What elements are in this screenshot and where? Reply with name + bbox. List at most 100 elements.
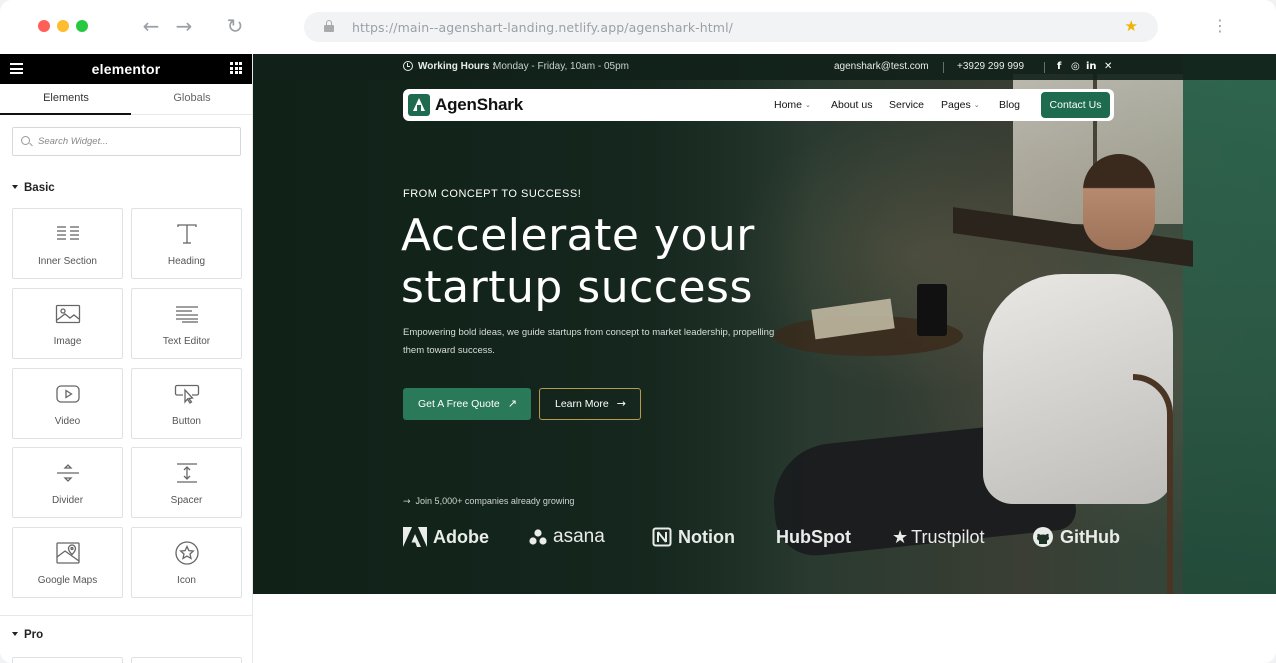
brand-logo[interactable]: AgenShark	[408, 94, 523, 116]
kebab-menu-icon[interactable]: ⋮	[1212, 16, 1228, 36]
nav-item-home[interactable]: Home ⌄	[774, 99, 811, 111]
trustpilot-logo-icon: ★	[892, 526, 909, 548]
category-pro[interactable]: Pro	[12, 629, 43, 641]
trust-line-text: Join 5,000+ companies already growing	[415, 496, 575, 506]
x-twitter-icon[interactable]: ✕	[1104, 61, 1112, 72]
topbar-phone[interactable]: +3929 299 999	[957, 61, 1024, 72]
url-text[interactable]: https://main--agenshart-landing.netlify.…	[352, 20, 733, 35]
working-hours-value: Monday - Friday, 10am - 05pm	[493, 61, 629, 72]
panel-header: elementor	[0, 54, 252, 84]
bookmark-star-icon[interactable]: ★	[1125, 17, 1138, 35]
apps-grid-icon[interactable]	[230, 62, 242, 74]
elementor-logo: elementor	[91, 61, 161, 77]
topbar-separator	[1044, 62, 1045, 73]
hero-eyebrow: FROM CONCEPT TO SUCCESS!	[403, 188, 582, 200]
widget-inner-section[interactable]: Inner Section	[12, 208, 123, 279]
search-icon	[21, 136, 30, 145]
hero-description: Empowering bold ideas, we guide startups…	[403, 327, 775, 356]
widget-label: Button	[172, 416, 201, 427]
icon-star-icon	[132, 541, 241, 565]
browser-window: ← → ↻ https://main--agenshart-landing.ne…	[0, 0, 1276, 663]
github-logo: GitHub	[1032, 524, 1120, 550]
nav-item-blog[interactable]: Blog	[999, 99, 1020, 111]
instagram-icon[interactable]: ◎	[1071, 61, 1080, 72]
widget-spacer[interactable]: Spacer	[131, 447, 242, 518]
notion-logo-icon	[652, 527, 672, 547]
google-maps-icon	[13, 541, 122, 565]
hero-title-line: startup success	[401, 262, 753, 313]
widget-heading[interactable]: Heading	[131, 208, 242, 279]
text-editor-icon	[132, 302, 241, 326]
widget-button[interactable]: Button	[131, 368, 242, 439]
lock-icon	[324, 20, 334, 32]
category-divider	[0, 615, 252, 616]
widget-icon[interactable]: Icon	[131, 527, 242, 598]
topbar-separator	[943, 62, 944, 73]
trust-line: → Join 5,000+ companies already growing	[403, 496, 574, 507]
tab-globals[interactable]: Globals	[129, 92, 252, 104]
site-topbar: Working Hours : Monday - Friday, 10am - …	[253, 54, 1276, 80]
widget-label: Icon	[177, 575, 196, 586]
trustpilot-logo: ★ Trustpilot	[892, 526, 985, 548]
search-placeholder: Search Widget...	[38, 136, 109, 147]
widget-label: Spacer	[170, 495, 203, 506]
close-window-button[interactable]	[38, 20, 50, 32]
widget-label: Text Editor	[162, 336, 211, 347]
button-label: Learn More	[555, 398, 609, 410]
adobe-logo: Adobe	[403, 524, 489, 550]
clock-icon	[403, 61, 413, 71]
minimize-window-button[interactable]	[57, 20, 69, 32]
get-a-free-quote-button[interactable]: Get A Free Quote ↗	[403, 388, 531, 420]
github-logo-icon	[1033, 527, 1053, 547]
nav-item-about[interactable]: About us	[831, 99, 872, 111]
learn-more-button[interactable]: Learn More →	[539, 388, 641, 420]
widget-label: Image	[53, 336, 82, 347]
elementor-panel: elementor Elements Globals Search Widget…	[0, 54, 253, 663]
notion-logo: Notion	[652, 524, 735, 550]
hero-section: Working Hours : Monday - Friday, 10am - …	[253, 54, 1276, 594]
spacer-icon	[132, 461, 241, 485]
contact-us-button[interactable]: Contact Us	[1041, 92, 1110, 118]
address-bar[interactable]: https://main--agenshart-landing.netlify.…	[304, 12, 1158, 42]
widget-label: Divider	[51, 495, 84, 506]
widget-search-input[interactable]: Search Widget...	[12, 127, 241, 156]
brand-name: AgenShark	[435, 95, 523, 114]
image-icon	[13, 302, 122, 326]
category-label: Basic	[24, 182, 55, 194]
linkedin-icon[interactable]: in	[1086, 61, 1097, 72]
arrow-right-icon: →	[616, 397, 626, 410]
heading-icon	[132, 222, 241, 246]
arrow-up-right-icon: ↗	[507, 397, 517, 410]
forward-arrow-icon[interactable]: →	[172, 14, 196, 38]
widget-text-editor[interactable]: Text Editor	[131, 288, 242, 359]
widget-divider[interactable]: Divider	[12, 447, 123, 518]
site-navbar: AgenShark Home ⌄ About us Service Pages ⌄ …	[403, 89, 1114, 121]
category-basic[interactable]: Basic	[12, 182, 55, 194]
widget-google-maps[interactable]: Google Maps	[12, 527, 123, 598]
topbar-email[interactable]: agenshark@test.com	[834, 61, 929, 72]
tab-elements[interactable]: Elements	[3, 92, 129, 104]
brand-mark-icon	[408, 94, 430, 116]
widget-label: Video	[54, 416, 81, 427]
hubspot-logo-icon: HubSpot	[776, 526, 851, 547]
nav-item-pages[interactable]: Pages ⌄	[941, 99, 980, 111]
nav-item-service[interactable]: Service	[889, 99, 924, 111]
widget-pro-placeholder[interactable]	[12, 657, 123, 663]
back-arrow-icon[interactable]: ←	[139, 14, 163, 38]
widget-pro-placeholder[interactable]	[131, 657, 242, 663]
chevron-down-icon: ⌄	[973, 102, 980, 109]
hero-photo-wall	[1183, 54, 1276, 594]
button-label: Get A Free Quote	[418, 398, 500, 410]
maximize-window-button[interactable]	[76, 20, 88, 32]
widget-image[interactable]: Image	[12, 288, 123, 359]
video-icon	[13, 382, 122, 406]
adobe-logo-icon	[403, 527, 427, 547]
active-tab-indicator	[0, 113, 131, 115]
caret-down-icon	[12, 185, 18, 189]
facebook-icon[interactable]: f	[1057, 61, 1061, 72]
reload-icon[interactable]: ↻	[223, 14, 247, 38]
panel-tabs: Elements Globals	[0, 84, 252, 115]
next-section	[253, 594, 1276, 663]
widget-video[interactable]: Video	[12, 368, 123, 439]
button-icon	[132, 382, 241, 406]
